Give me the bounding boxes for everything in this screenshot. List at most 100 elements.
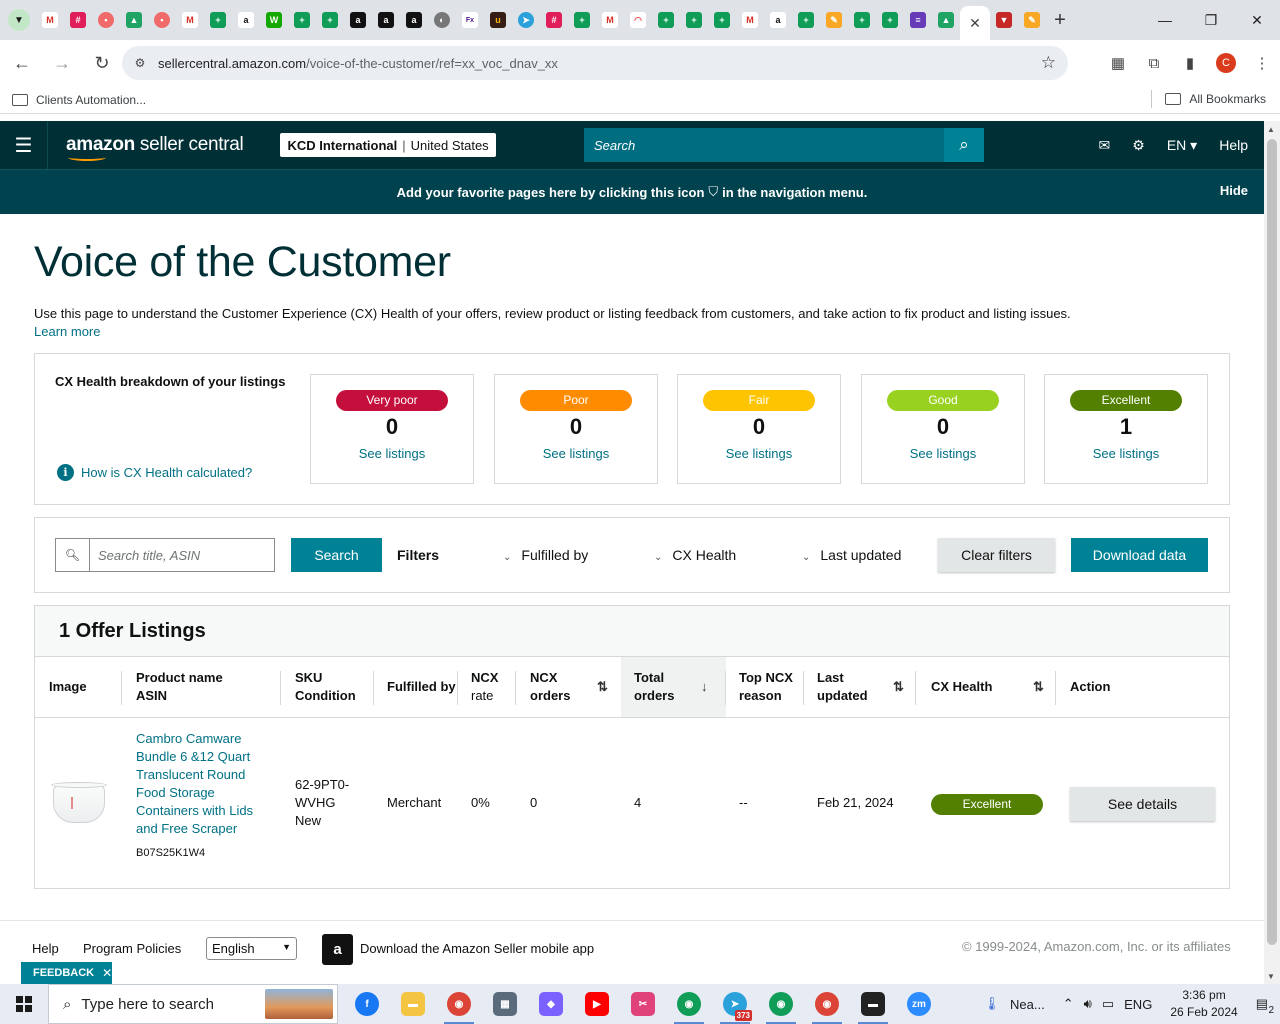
tab-gmail-2[interactable]: M bbox=[176, 0, 204, 40]
weather-icon[interactable]: 🌡︎ bbox=[984, 996, 1001, 1012]
sort-descending-arrow-icon[interactable]: ↓ bbox=[701, 679, 708, 694]
see-listings-good[interactable]: See listings bbox=[862, 446, 1024, 461]
see-listings-poor[interactable]: See listings bbox=[495, 446, 657, 461]
language-select[interactable]: English ▼ bbox=[206, 937, 297, 960]
seller-central-logo[interactable]: amazon seller central bbox=[66, 134, 244, 161]
qr-code-icon[interactable]: ▦ bbox=[1100, 45, 1136, 81]
col-last-updated[interactable]: Last updated bbox=[817, 657, 868, 717]
mail-icon[interactable]: ✉ bbox=[1099, 137, 1111, 154]
see-listings-very-poor[interactable]: See listings bbox=[311, 446, 473, 461]
clear-filters-button[interactable]: Clear filters bbox=[938, 538, 1055, 572]
tab-fedex[interactable]: Fx bbox=[456, 0, 484, 40]
calculator-app[interactable]: ▦ bbox=[482, 984, 528, 1024]
chrome-profile-3-app[interactable]: ◉ bbox=[758, 984, 804, 1024]
reload-icon[interactable]: ↻ bbox=[84, 45, 120, 81]
amazon-app-icon[interactable]: a bbox=[322, 934, 353, 965]
close-icon[interactable]: ✕ bbox=[102, 966, 112, 980]
search-button[interactable]: Search bbox=[291, 538, 382, 572]
file-explorer-app[interactable]: ▬ bbox=[390, 984, 436, 1024]
tab-search-chevron-icon[interactable]: ▼ bbox=[8, 9, 30, 31]
sort-toggle-icon[interactable]: ⇅ bbox=[1033, 679, 1044, 695]
back-arrow-icon[interactable]: ← bbox=[4, 45, 40, 81]
language-selector[interactable]: EN ▾ bbox=[1167, 137, 1197, 154]
notifications-icon[interactable]: ▤ 2 bbox=[1256, 996, 1274, 1016]
bookmark-star-icon[interactable]: ☆ bbox=[1041, 53, 1056, 73]
tab-amazon-5[interactable]: a bbox=[764, 0, 792, 40]
tab-forms[interactable]: ≡ bbox=[904, 0, 932, 40]
tab-sheets-7[interactable]: + bbox=[708, 0, 736, 40]
clock[interactable]: 3:36 pm 26 Feb 2024 bbox=[1170, 987, 1237, 1021]
youtube-app[interactable]: ▶ bbox=[574, 984, 620, 1024]
tab-drive-2[interactable]: ▲ bbox=[932, 0, 960, 40]
tab-sheets-10[interactable]: + bbox=[876, 0, 904, 40]
tab-globe[interactable]: ◐ bbox=[428, 0, 456, 40]
chrome-app[interactable]: ◉ bbox=[436, 984, 482, 1024]
new-tab-plus-icon[interactable]: + bbox=[1046, 0, 1074, 40]
scroll-down-arrow-icon[interactable]: ▼ bbox=[1267, 972, 1275, 981]
cx-health-dropdown[interactable]: ⌄ CX Health bbox=[654, 547, 736, 563]
listing-search-input[interactable]: Search title, ASIN bbox=[89, 538, 275, 572]
facebook-app[interactable]: f bbox=[344, 984, 390, 1024]
hide-banner-link[interactable]: Hide bbox=[1220, 183, 1248, 198]
tab-sheets-6[interactable]: + bbox=[680, 0, 708, 40]
download-app-link[interactable]: Download the Amazon Seller mobile app bbox=[360, 941, 594, 956]
see-listings-excellent[interactable]: See listings bbox=[1045, 446, 1207, 461]
all-bookmarks[interactable]: All Bookmarks bbox=[1165, 92, 1266, 106]
tab-sheets-2[interactable]: + bbox=[288, 0, 316, 40]
tab-amazon-3[interactable]: a bbox=[372, 0, 400, 40]
taskbar-search[interactable]: ⌕ Type here to search bbox=[48, 984, 338, 1024]
header-search-input[interactable]: Search bbox=[584, 128, 944, 162]
tab-gmail-4[interactable]: M bbox=[736, 0, 764, 40]
tab-pencil-2[interactable]: ✎ bbox=[1018, 0, 1046, 40]
sort-toggle-icon[interactable]: ⇅ bbox=[597, 679, 608, 695]
tray-overflow-chevron-icon[interactable]: ⌃ bbox=[1063, 996, 1074, 1012]
input-language[interactable]: ENG bbox=[1124, 997, 1152, 1012]
see-details-button[interactable]: See details bbox=[1070, 787, 1215, 821]
feedback-button[interactable]: FEEDBACK ✕ bbox=[21, 962, 112, 984]
tab-asana-2[interactable]: • bbox=[148, 0, 176, 40]
tab-sheets-4[interactable]: + bbox=[568, 0, 596, 40]
cx-how-calculated[interactable]: i How is CX Health calculated? bbox=[57, 464, 252, 481]
help-link[interactable]: Help bbox=[1219, 137, 1248, 153]
active-tab-close-icon[interactable]: ✕ bbox=[960, 6, 990, 40]
learn-more-link[interactable]: Learn more bbox=[34, 324, 100, 339]
tab-amazon-2[interactable]: a bbox=[344, 0, 372, 40]
telegram-app[interactable]: ➤ 373 bbox=[712, 984, 758, 1024]
chrome-profile-4-app[interactable]: ◉ bbox=[804, 984, 850, 1024]
restore-icon[interactable]: ❐ bbox=[1188, 0, 1234, 40]
zoom-app[interactable]: zm bbox=[896, 984, 942, 1024]
col-total-orders[interactable]: Total orders bbox=[634, 657, 674, 717]
fulfilled-by-dropdown[interactable]: ⌄ Fulfilled by bbox=[503, 547, 588, 563]
tab-rainbow[interactable]: ◠ bbox=[624, 0, 652, 40]
product-thumbnail[interactable] bbox=[49, 779, 109, 829]
tab-telegram[interactable]: ➤ bbox=[512, 0, 540, 40]
tab-sheets-3[interactable]: + bbox=[316, 0, 344, 40]
tab-sheets-9[interactable]: + bbox=[848, 0, 876, 40]
tab-slack-2[interactable]: # bbox=[540, 0, 568, 40]
tab-asana[interactable]: • bbox=[92, 0, 120, 40]
settings-gear-icon[interactable]: ⚙ bbox=[1132, 137, 1145, 154]
volume-icon[interactable]: 🔊︎ bbox=[1084, 996, 1092, 1012]
copilot-app[interactable]: ◆ bbox=[528, 984, 574, 1024]
tab-upwork[interactable]: W bbox=[260, 0, 288, 40]
tab-gmail[interactable]: M bbox=[36, 0, 64, 40]
weather-text[interactable]: Nea... bbox=[1010, 997, 1045, 1012]
tab-amazon-4[interactable]: a bbox=[400, 0, 428, 40]
see-listings-fair[interactable]: See listings bbox=[678, 446, 840, 461]
tab-gmail-3[interactable]: M bbox=[596, 0, 624, 40]
col-ncx-orders[interactable]: NCX orders bbox=[530, 657, 570, 717]
site-info-icon[interactable]: ⚙ bbox=[130, 53, 150, 73]
menu-kebab-icon[interactable]: ⋮ bbox=[1244, 45, 1280, 81]
hamburger-menu-icon[interactable]: ☰ bbox=[0, 121, 48, 169]
page-scrollbar[interactable]: ▲ ▼ bbox=[1264, 121, 1280, 984]
tab-slack[interactable]: # bbox=[64, 0, 92, 40]
extensions-puzzle-icon[interactable]: ⧉ bbox=[1136, 45, 1172, 81]
minimize-icon[interactable]: — bbox=[1142, 0, 1188, 40]
product-name-link[interactable]: Cambro Camware Bundle 6 &12 Quart Transl… bbox=[136, 730, 266, 838]
footer-help-link[interactable]: Help bbox=[32, 941, 59, 956]
scroll-up-arrow-icon[interactable]: ▲ bbox=[1267, 125, 1275, 134]
chrome-profile-2-app[interactable]: ◉ bbox=[666, 984, 712, 1024]
account-switcher[interactable]: KCD International | United States bbox=[280, 133, 496, 157]
bookmark-clients-automation[interactable]: Clients Automation... bbox=[12, 93, 146, 107]
tab-sheets-5[interactable]: + bbox=[652, 0, 680, 40]
